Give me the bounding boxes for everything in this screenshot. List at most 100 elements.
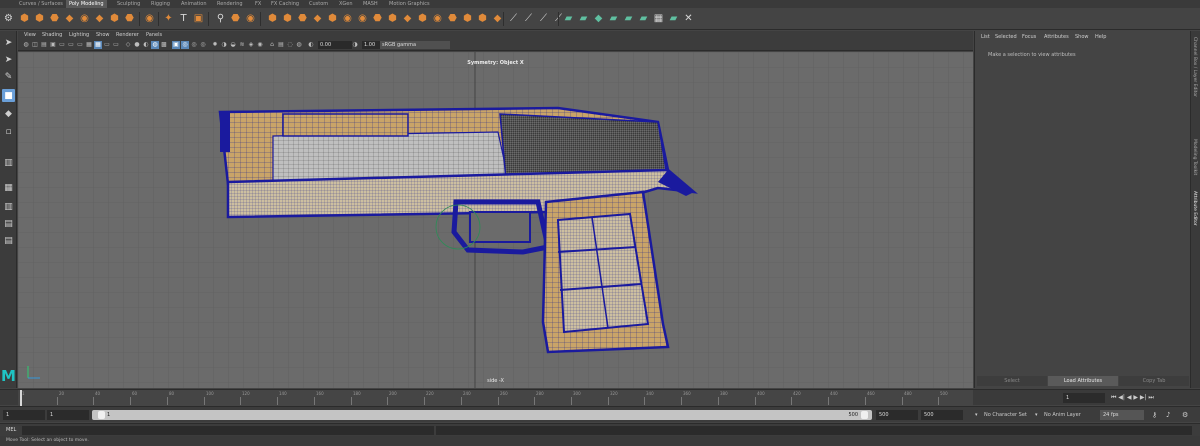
bevel-icon[interactable]: ⬣	[296, 12, 309, 25]
ambient-occlusion-icon[interactable]: ◌	[286, 41, 294, 49]
character-set-label[interactable]: No Character Set	[984, 410, 1027, 420]
smooth-icon[interactable]: ◉	[244, 12, 257, 25]
shelf-tab-custom[interactable]: Custom	[306, 0, 331, 8]
poly-sphere-icon[interactable]: ⬢	[18, 12, 31, 25]
layout-four-icon[interactable]: ▦	[2, 181, 15, 194]
ae-menu-help[interactable]: Help	[1095, 33, 1106, 41]
side-tab-channel-box[interactable]: Channel Box / Layer Editor	[1192, 37, 1197, 97]
wireframe-on-shaded-icon[interactable]: ◍	[151, 41, 159, 49]
ae-load-attributes-button[interactable]: Load Attributes	[1048, 376, 1118, 386]
panel-menu-shading[interactable]: Shading	[42, 31, 62, 39]
shelf-tab-rendering[interactable]: Rendering	[214, 0, 246, 8]
retopologize-icon[interactable]: ⬢	[416, 12, 429, 25]
default-material-icon[interactable]: ◐	[142, 41, 150, 49]
poly-torus-icon[interactable]: ◉	[78, 12, 91, 25]
reduce-icon[interactable]: ⬢	[386, 12, 399, 25]
xray-joints-icon[interactable]: ◎	[190, 41, 198, 49]
extrude-icon[interactable]: ⬢	[266, 12, 279, 25]
super-shape-icon[interactable]: ◉	[143, 12, 156, 25]
xray-icon[interactable]: ◎	[181, 41, 189, 49]
shelf-tab-rigging[interactable]: Rigging	[148, 0, 173, 8]
preferences-icon[interactable]: ⚙	[1182, 410, 1188, 420]
range-slider-start-handle[interactable]	[98, 411, 105, 419]
layout-graph-icon[interactable]: ▤	[2, 234, 15, 247]
bookmarks-icon[interactable]: ▤	[40, 41, 48, 49]
ae-menu-list[interactable]: List	[981, 33, 990, 41]
command-language-label[interactable]: MEL	[6, 426, 16, 435]
current-time-indicator[interactable]	[20, 390, 22, 406]
connect-icon[interactable]: ⟋	[522, 12, 535, 25]
svg-tool-icon[interactable]: ▣	[192, 12, 205, 25]
field-chart-icon[interactable]: ▦	[85, 41, 93, 49]
film-gate-icon[interactable]: ▭	[58, 41, 66, 49]
bool-union-icon[interactable]: ◉	[341, 12, 354, 25]
smooth-shade-icon[interactable]: ●	[133, 41, 141, 49]
isolate-select-icon[interactable]: ▣	[172, 41, 180, 49]
poly-cone-icon[interactable]: ◆	[63, 12, 76, 25]
colorspace-dropdown[interactable]: sRGB gamma	[380, 41, 450, 49]
shelf-tab-motion-graphics[interactable]: Motion Graphics	[386, 0, 433, 8]
lighting-mode-icon[interactable]: ◍	[295, 41, 303, 49]
auto-key-icon[interactable]: ⚷	[1152, 410, 1157, 420]
ae-copy-tab-button[interactable]: Copy Tab	[1119, 376, 1189, 386]
viewport-side[interactable]: Symmetry: Object X side -X	[18, 52, 973, 388]
panel-menu-show[interactable]: Show	[96, 31, 110, 39]
append-polygon-icon[interactable]: ⬢	[326, 12, 339, 25]
shelf-tab-fx[interactable]: FX	[252, 0, 264, 8]
shelf-tab-xgen[interactable]: XGen	[336, 0, 356, 8]
poly-cylinder-icon[interactable]: ⬣	[48, 12, 61, 25]
sweep-mesh-icon[interactable]: ✦	[162, 12, 175, 25]
gate-mask-icon[interactable]: ▭	[76, 41, 84, 49]
shelf-tab-poly-modeling[interactable]: Poly Modeling	[66, 0, 107, 8]
start-frame-field[interactable]: 1	[3, 410, 45, 420]
layout-outliner-icon[interactable]: ▤	[2, 217, 15, 230]
playback-end-field[interactable]: 500	[876, 410, 918, 420]
panel-menu-view[interactable]: View	[24, 31, 36, 39]
panel-menu-panels[interactable]: Panels	[146, 31, 162, 39]
side-tab-modeling-toolkit[interactable]: Modeling Toolkit	[1192, 139, 1197, 175]
scale-tool-icon[interactable]: ▫	[2, 125, 15, 138]
select-camera-icon[interactable]: ◍	[22, 41, 30, 49]
uv-automatic-icon[interactable]: ▰	[577, 12, 590, 25]
shelf-tab-curves-surfaces[interactable]: Curves / Surfaces	[16, 0, 66, 8]
hud-icon[interactable]: ▤	[277, 41, 285, 49]
platonic-solid-icon[interactable]: ⬣	[123, 12, 136, 25]
screen-space-ao-icon[interactable]: ◒	[229, 41, 237, 49]
playback-buttons[interactable]: ⏮ ◀| ◀ ▶ ▶| ⏭	[1111, 393, 1154, 403]
lasso-tool-icon[interactable]: ➤	[2, 53, 15, 66]
character-set-icon[interactable]: ▾	[975, 410, 978, 420]
playback-start-field[interactable]: 1	[47, 410, 89, 420]
shelf-tab-animation[interactable]: Animation	[178, 0, 210, 8]
isolate-view-icon[interactable]: ⌂	[268, 41, 276, 49]
grid-toggle-icon[interactable]: ▦	[94, 41, 102, 49]
uv-sew-icon[interactable]: ▰	[637, 12, 650, 25]
shadows-icon[interactable]: ◑	[220, 41, 228, 49]
side-tab-attribute-editor[interactable]: Attribute Editor	[1192, 191, 1197, 226]
uv-planar-icon[interactable]: ▰	[562, 12, 575, 25]
bridge-icon[interactable]: ⬢	[281, 12, 294, 25]
uv-unfold-icon[interactable]: ◆	[592, 12, 605, 25]
uv-checker-icon[interactable]: ▦	[652, 12, 665, 25]
rotate-tool-icon[interactable]: ◆	[2, 107, 15, 120]
ae-select-button[interactable]: Select	[977, 376, 1047, 386]
delete-history-icon[interactable]: ✕	[682, 12, 695, 25]
type-tool-icon[interactable]: T	[177, 12, 190, 25]
ae-menu-focus[interactable]: Focus	[1022, 33, 1036, 41]
knife-icon[interactable]: ⟋	[537, 12, 550, 25]
target-weld-icon[interactable]: ⟋	[507, 12, 520, 25]
select-tool-icon[interactable]: ➤	[2, 36, 15, 49]
poly-cube-icon[interactable]: ⬢	[33, 12, 46, 25]
anim-layer-icon[interactable]: ▾	[1035, 410, 1038, 420]
separate-icon[interactable]: ⬣	[229, 12, 242, 25]
poly-plane-icon[interactable]: ◆	[93, 12, 106, 25]
uv-cut-icon[interactable]: ▰	[622, 12, 635, 25]
bool-difference-icon[interactable]: ◉	[356, 12, 369, 25]
quad-draw-icon[interactable]: ◆	[401, 12, 414, 25]
move-tool-icon[interactable]: ■	[2, 89, 15, 102]
wireframe-icon[interactable]: ◇	[124, 41, 132, 49]
gamma-icon[interactable]: ◑	[351, 41, 359, 49]
poly-disc-icon[interactable]: ⬢	[108, 12, 121, 25]
paint-select-tool-icon[interactable]: ✎	[2, 70, 15, 83]
resolution-gate-icon[interactable]: ▭	[67, 41, 75, 49]
uv-layout-icon[interactable]: ▰	[607, 12, 620, 25]
